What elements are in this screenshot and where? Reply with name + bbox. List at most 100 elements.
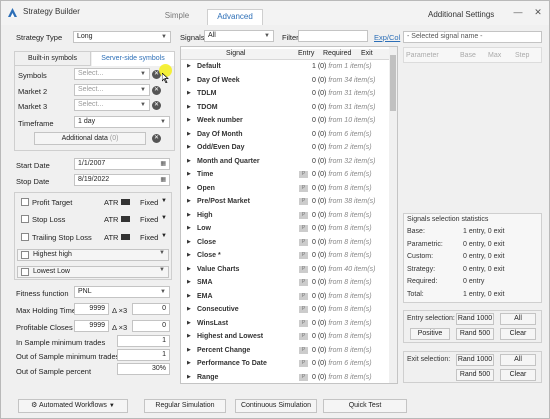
- entry-rand500-button[interactable]: Rand 500: [456, 328, 494, 340]
- expand-triangle-icon[interactable]: ▶: [187, 225, 191, 231]
- chevron-down-icon[interactable]: ▼: [161, 198, 167, 204]
- expand-triangle-icon[interactable]: ▶: [187, 293, 191, 299]
- atr-toggle[interactable]: [121, 216, 130, 222]
- signal-row[interactable]: ▶ Odd/Even Day 0 (0) from 2 item(s): [181, 142, 389, 155]
- signal-row[interactable]: ▶ Time P 0 (0) from 6 item(s): [181, 169, 389, 182]
- entry-positive-button[interactable]: Positive: [410, 328, 450, 340]
- atr-toggle[interactable]: [121, 199, 130, 205]
- additional-data-button[interactable]: Additional data (0): [34, 132, 146, 145]
- entry-all-button[interactable]: All: [500, 313, 536, 325]
- calendar-icon[interactable]: ▦: [160, 175, 166, 185]
- exit-all-button[interactable]: All: [500, 354, 536, 366]
- signal-row[interactable]: ▶ WinsLast P 0 (0) from 3 item(s): [181, 318, 389, 331]
- exit-rand500-button[interactable]: Rand 500: [456, 369, 494, 381]
- signal-row[interactable]: ▶ Open P 0 (0) from 8 item(s): [181, 183, 389, 196]
- expand-triangle-icon[interactable]: ▶: [187, 239, 191, 245]
- signal-row[interactable]: ▶ Month and Quarter 0 (0) from 32 item(s): [181, 156, 389, 169]
- highest-high-checkbox[interactable]: [21, 251, 29, 259]
- exit-rand1000-button[interactable]: Rand 1000: [456, 354, 494, 366]
- expand-triangle-icon[interactable]: ▶: [187, 117, 191, 123]
- strategy-type-select[interactable]: Long ▼: [73, 31, 171, 43]
- entry-clear-button[interactable]: Clear: [500, 328, 536, 340]
- stop-date-input[interactable]: 8/19/2022 ▦: [74, 174, 170, 186]
- in-sample-input[interactable]: 1: [117, 335, 170, 347]
- signal-row[interactable]: ▶ Close * P 0 (0) from 8 item(s): [181, 250, 389, 263]
- expand-triangle-icon[interactable]: ▶: [187, 185, 191, 191]
- signal-row[interactable]: ▶ Day Of Week 0 (0) from 34 item(s): [181, 75, 389, 88]
- expand-triangle-icon[interactable]: ▶: [187, 320, 191, 326]
- col-required[interactable]: Required: [323, 50, 351, 57]
- signal-row[interactable]: ▶ Percent Change P 0 (0) from 8 item(s): [181, 345, 389, 358]
- automated-workflows-button[interactable]: ⚙ Automated Workflows ▼: [18, 399, 128, 413]
- profitable-closes-input[interactable]: 9999: [74, 320, 109, 332]
- minimize-button[interactable]: —: [511, 5, 525, 19]
- filter-input[interactable]: [298, 30, 368, 42]
- max-holding-input[interactable]: 9999: [74, 303, 109, 315]
- col-entry[interactable]: Entry: [298, 50, 314, 57]
- expand-triangle-icon[interactable]: ▶: [187, 252, 191, 258]
- expand-triangle-icon[interactable]: ▶: [187, 63, 191, 69]
- expand-triangle-icon[interactable]: ▶: [187, 347, 191, 353]
- signal-row[interactable]: ▶ Close P 0 (0) from 8 item(s): [181, 237, 389, 250]
- profitable-closes-delta-input[interactable]: 0: [132, 320, 170, 332]
- signal-row[interactable]: ▶ TDOM 0 (0) from 31 item(s): [181, 102, 389, 115]
- timeframe-select[interactable]: 1 day ▼: [74, 116, 170, 128]
- chevron-down-icon[interactable]: ▼: [161, 233, 167, 239]
- exit-clear-button[interactable]: Clear: [500, 369, 536, 381]
- signal-row[interactable]: ▶ EMA P 0 (0) from 8 item(s): [181, 291, 389, 304]
- lowest-low-option[interactable]: Lowest Low ▼: [17, 266, 169, 278]
- col-exit[interactable]: Exit: [361, 50, 373, 57]
- tab-advanced[interactable]: Advanced: [207, 9, 263, 25]
- signal-row[interactable]: ▶ Range P 0 (0) from 8 item(s): [181, 372, 389, 384]
- stop-loss-checkbox[interactable]: [21, 215, 29, 223]
- expand-triangle-icon[interactable]: ▶: [187, 90, 191, 96]
- expand-triangle-icon[interactable]: ▶: [187, 198, 191, 204]
- lowest-low-checkbox[interactable]: [21, 268, 29, 276]
- col-signal[interactable]: Signal: [226, 50, 245, 57]
- signal-row[interactable]: ▶ Low P 0 (0) from 8 item(s): [181, 223, 389, 236]
- oos-percent-input[interactable]: 30%: [117, 363, 170, 375]
- chevron-down-icon[interactable]: ▼: [161, 215, 167, 221]
- expand-triangle-icon[interactable]: ▶: [187, 279, 191, 285]
- clear-additional-data-icon[interactable]: ✕: [152, 134, 161, 143]
- signals-filter-select[interactable]: All ▼: [204, 30, 274, 42]
- expand-triangle-icon[interactable]: ▶: [187, 171, 191, 177]
- signal-row[interactable]: ▶ Week number 0 (0) from 10 item(s): [181, 115, 389, 128]
- symbols-select[interactable]: Select... ▼: [74, 68, 150, 80]
- market3-select[interactable]: Select... ▼: [74, 99, 150, 111]
- max-holding-delta-input[interactable]: 0: [132, 303, 170, 315]
- expand-triangle-icon[interactable]: ▶: [187, 104, 191, 110]
- expand-triangle-icon[interactable]: ▶: [187, 360, 191, 366]
- signal-row[interactable]: ▶ Performance To Date P 0 (0) from 6 item(s…: [181, 358, 389, 371]
- expand-triangle-icon[interactable]: ▶: [187, 306, 191, 312]
- quick-test-button[interactable]: Quick Test: [323, 399, 407, 413]
- expand-triangle-icon[interactable]: ▶: [187, 212, 191, 218]
- atr-toggle[interactable]: [121, 234, 130, 240]
- expand-triangle-icon[interactable]: ▶: [187, 158, 191, 164]
- scrollbar-thumb[interactable]: [390, 55, 396, 111]
- signal-row[interactable]: ▶ TDLM 0 (0) from 31 item(s): [181, 88, 389, 101]
- signals-scrollbar[interactable]: [389, 47, 397, 383]
- expand-triangle-icon[interactable]: ▶: [187, 77, 191, 83]
- signal-row[interactable]: ▶ Default 1 (0) from 1 item(s): [181, 61, 389, 74]
- fitness-select[interactable]: PNL ▼: [74, 286, 170, 298]
- signal-row[interactable]: ▶ Consecutive P 0 (0) from 8 item(s): [181, 304, 389, 317]
- trailing-stop-checkbox[interactable]: [21, 233, 29, 241]
- signal-row[interactable]: ▶ Highest and Lowest P 0 (0) from 8 item(s): [181, 331, 389, 344]
- clear-market3-icon[interactable]: ✕: [152, 101, 161, 110]
- expand-triangle-icon[interactable]: ▶: [187, 374, 191, 380]
- tab-simple[interactable]: Simple: [151, 9, 203, 25]
- signal-row[interactable]: ▶ Day Of Month 0 (0) from 6 item(s): [181, 129, 389, 142]
- signal-row[interactable]: ▶ Value Charts P 0 (0) from 40 item(s): [181, 264, 389, 277]
- signal-row[interactable]: ▶ SMA P 0 (0) from 8 item(s): [181, 277, 389, 290]
- highest-high-option[interactable]: Highest high ▼: [17, 249, 169, 261]
- expcol-link[interactable]: Exp/Col: [374, 33, 400, 42]
- market2-select[interactable]: Select... ▼: [74, 84, 150, 96]
- close-button[interactable]: ✕: [531, 5, 545, 19]
- oos-trades-input[interactable]: 1: [117, 349, 170, 361]
- tab-builtin-symbols[interactable]: Built-in symbols: [15, 52, 91, 66]
- start-date-input[interactable]: 1/1/2007 ▦: [74, 158, 170, 170]
- regular-simulation-button[interactable]: Regular Simulation: [144, 399, 226, 413]
- calendar-icon[interactable]: ▦: [160, 159, 166, 169]
- profit-target-checkbox[interactable]: [21, 198, 29, 206]
